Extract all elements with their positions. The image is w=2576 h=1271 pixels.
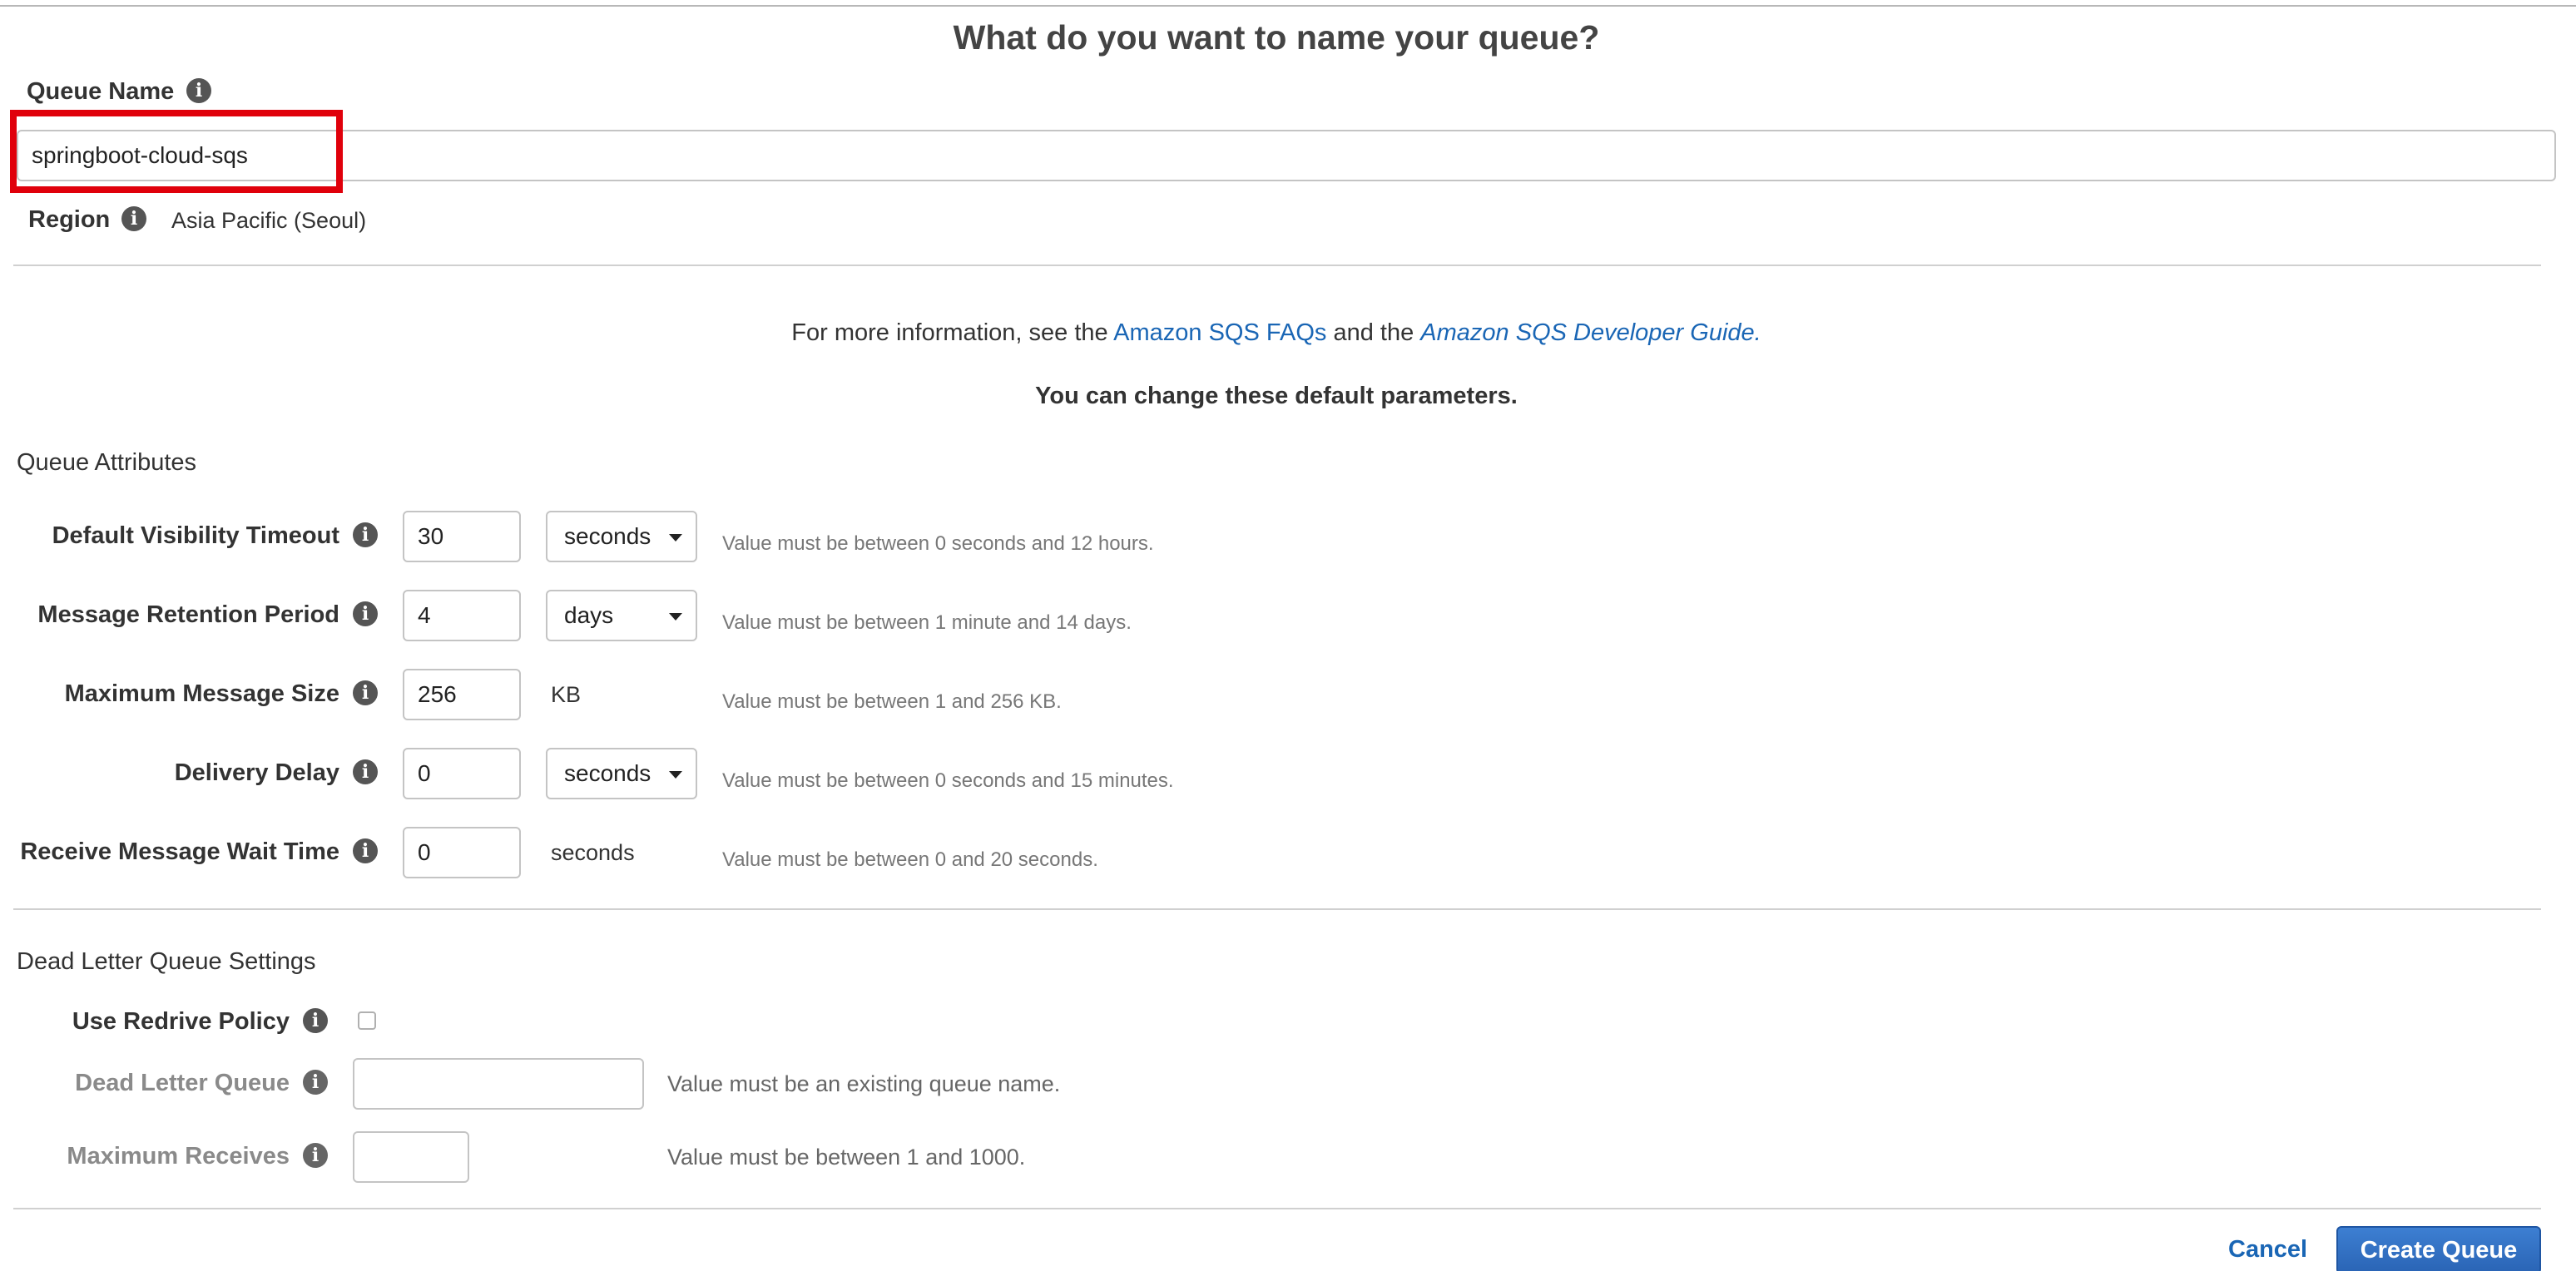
dead-letter-heading: Dead Letter Queue Settings [17,948,316,975]
delivery-delay-label: Delivery Delay [174,759,339,786]
create-queue-button[interactable]: Create Queue [2336,1226,2541,1271]
divider [13,908,2541,910]
info-icon[interactable]: i [186,78,211,103]
info-icon[interactable]: i [303,1070,328,1095]
delivery-delay-hint: Value must be between 0 seconds and 15 m… [722,769,1174,792]
delivery-delay-unit-select[interactable]: seconds [546,748,697,799]
info-line: For more information, see the Amazon SQS… [0,319,2553,347]
region-value: Asia Pacific (Seoul) [171,208,367,233]
max-message-size-input[interactable] [403,669,521,720]
visibility-timeout-label: Default Visibility Timeout [52,522,339,549]
dead-letter-queue-hint: Value must be an existing queue name. [667,1071,1061,1096]
delivery-delay-input[interactable] [403,748,521,799]
divider [13,265,2541,266]
visibility-timeout-hint: Value must be between 0 seconds and 12 h… [722,532,1154,555]
info-middle: and the [1333,319,1414,346]
max-message-size-label: Maximum Message Size [64,680,339,707]
retention-period-label: Message Retention Period [37,601,339,628]
page-title: What do you want to name your queue? [953,18,1600,57]
max-receives-input[interactable] [353,1131,469,1183]
queue-name-label: Queue Name [27,78,175,105]
dead-letter-queue-label: Dead Letter Queue [75,1070,290,1096]
sqs-faqs-link[interactable]: Amazon SQS FAQs [1113,319,1326,346]
max-receives-hint: Value must be between 1 and 1000. [667,1145,1026,1170]
select-value: days [564,602,614,628]
max-receives-label: Maximum Receives [67,1143,290,1170]
info-icon[interactable]: i [353,522,378,547]
select-value: seconds [564,760,651,786]
info-icon[interactable]: i [353,680,378,705]
receive-wait-time-unit: seconds [551,840,635,865]
visibility-timeout-unit-select[interactable]: seconds [546,511,697,562]
dead-letter-queue-input[interactable] [353,1058,644,1110]
info-prefix: For more information, see the [791,319,1108,346]
info-icon[interactable]: i [121,206,146,231]
use-redrive-label: Use Redrive Policy [72,1008,290,1035]
max-message-size-unit: KB [551,682,582,707]
developer-guide-link[interactable]: Amazon SQS Developer Guide [1420,319,1754,346]
cancel-button[interactable]: Cancel [2228,1236,2307,1264]
info-suffix: . [1754,319,1761,346]
highlight-annotation [10,110,343,193]
receive-wait-time-label: Receive Message Wait Time [20,838,339,865]
chevron-down-icon [669,771,682,779]
info-icon[interactable]: i [303,1143,328,1168]
info-icon[interactable]: i [353,601,378,626]
retention-period-unit-select[interactable]: days [546,590,697,641]
region-label: Region [28,206,111,233]
queue-attributes-heading: Queue Attributes [17,449,197,476]
visibility-timeout-input[interactable] [403,511,521,562]
select-value: seconds [564,523,651,549]
chevron-down-icon [669,534,682,542]
defaults-note: You can change these default parameters. [1035,383,1518,409]
retention-period-hint: Value must be between 1 minute and 14 da… [722,611,1132,634]
info-icon[interactable]: i [303,1008,328,1033]
queue-name-input[interactable] [17,130,2556,181]
chevron-down-icon [669,613,682,621]
divider [13,1208,2541,1209]
use-redrive-checkbox[interactable] [358,1011,376,1030]
create-queue-page: What do you want to name your queue? Que… [0,0,2576,1271]
max-message-size-hint: Value must be between 1 and 256 KB. [722,690,1062,713]
receive-wait-time-hint: Value must be between 0 and 20 seconds. [722,848,1098,871]
info-icon[interactable]: i [353,759,378,784]
receive-wait-time-input[interactable] [403,827,521,878]
retention-period-input[interactable] [403,590,521,641]
info-icon[interactable]: i [353,838,378,863]
top-rule [0,5,2576,7]
